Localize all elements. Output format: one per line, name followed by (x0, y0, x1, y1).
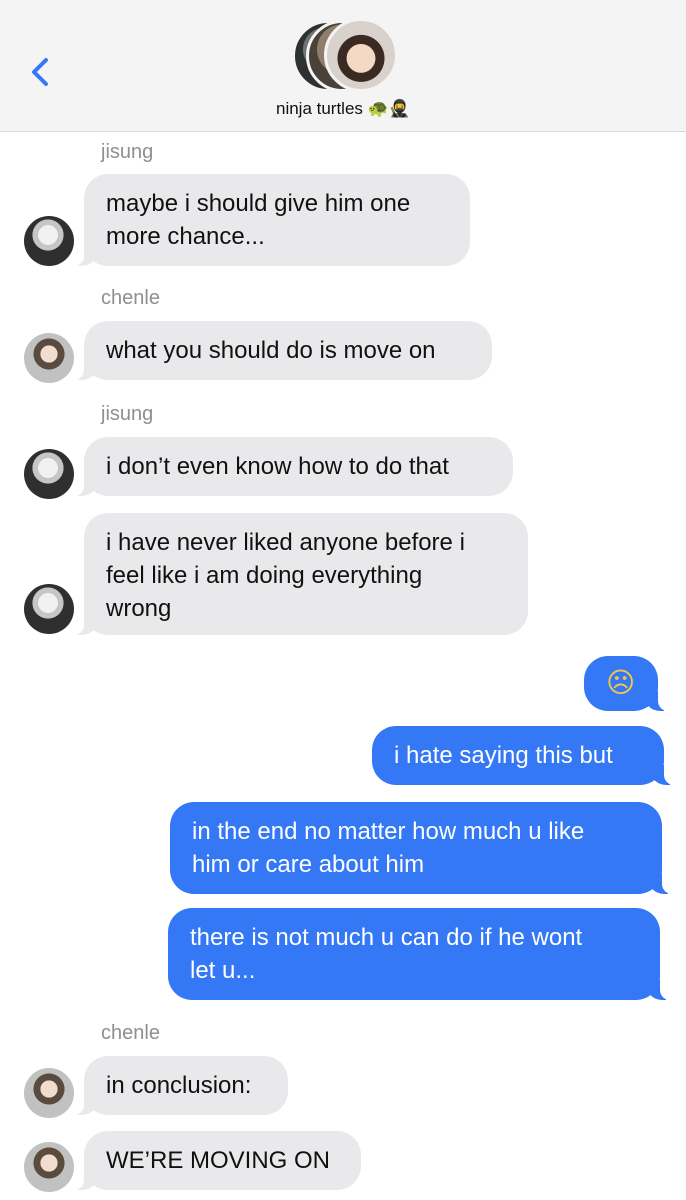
sender-name: chenle (101, 287, 160, 309)
avatar (24, 216, 74, 266)
outgoing-message-bubble[interactable]: ☹ (584, 656, 668, 711)
avatar (24, 1068, 74, 1118)
avatar (324, 18, 398, 92)
chevron-left-icon[interactable] (22, 52, 62, 92)
incoming-message-bubble[interactable]: WE’RE MOVING ON (74, 1131, 361, 1190)
conversation-header: ninja turtles 🐢🥷 (0, 0, 686, 132)
incoming-message-bubble[interactable]: what you should do is move on (74, 321, 492, 380)
incoming-message-bubble[interactable]: maybe i should give him one more chance.… (74, 174, 470, 266)
message-text: there is not much u can do if he wont le… (190, 924, 583, 984)
incoming-message-bubble[interactable]: i don’t even know how to do that (74, 437, 513, 496)
message-text: i hate saying this but (394, 742, 613, 769)
message-text: in conclusion: (106, 1072, 252, 1099)
group-avatar-stack[interactable] (292, 18, 398, 92)
message-text: in the end no matter how much u like him… (192, 818, 585, 878)
message-text: i don’t even know how to do that (106, 453, 449, 480)
avatar (24, 1142, 74, 1192)
avatar (24, 584, 74, 634)
group-title[interactable]: ninja turtles 🐢🥷 (0, 99, 686, 119)
message-text: i have never liked anyone before i feel … (106, 529, 465, 622)
outgoing-message-bubble[interactable]: there is not much u can do if he wont le… (168, 908, 670, 1000)
group-name-text: ninja turtles (275, 99, 363, 118)
sender-name: jisung (101, 403, 154, 425)
group-emoji: 🐢🥷 (367, 99, 410, 118)
message-text: maybe i should give him one more chance.… (106, 190, 411, 250)
sad-face-icon: ☹ (606, 667, 636, 698)
incoming-message-bubble[interactable]: i have never liked anyone before i feel … (74, 513, 528, 635)
message-text: WE’RE MOVING ON (106, 1147, 331, 1174)
sender-name: chenle (101, 1022, 160, 1044)
avatar (24, 333, 74, 383)
incoming-message-bubble[interactable]: in conclusion: (74, 1056, 288, 1115)
avatar (24, 449, 74, 499)
outgoing-message-bubble[interactable]: in the end no matter how much u like him… (170, 802, 672, 894)
message-text: what you should do is move on (106, 337, 436, 364)
sender-name: jisung (101, 141, 154, 163)
outgoing-message-bubble[interactable]: i hate saying this but (372, 726, 674, 785)
